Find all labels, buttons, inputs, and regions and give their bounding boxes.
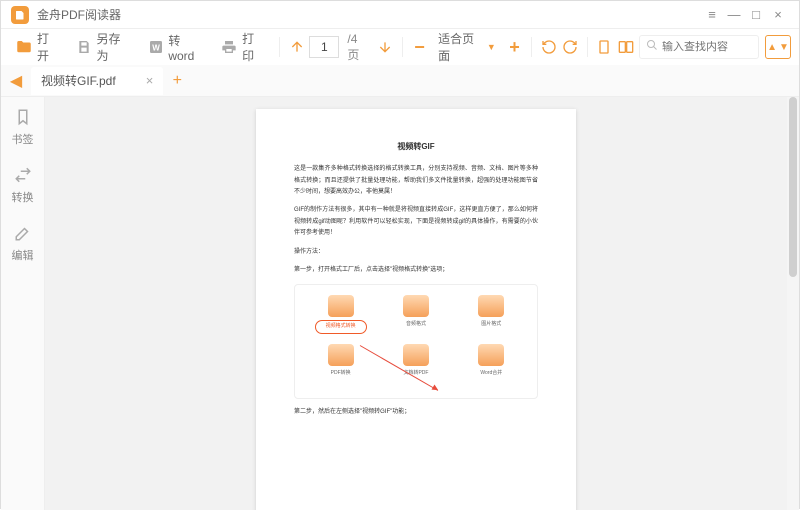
separator — [279, 37, 280, 57]
rotate-right-button[interactable] — [561, 38, 578, 56]
doc-paragraph: GIF的制作方法有很多，其中有一种就是将视频直接转成GIF，这样更直方便了，那么… — [294, 205, 538, 239]
zoom-out-button[interactable]: − — [411, 38, 428, 56]
svg-text:W: W — [152, 43, 160, 52]
doc-card: 视频格式转换 — [315, 295, 367, 334]
search-input[interactable] — [662, 41, 742, 53]
doc-card: Word合并 — [465, 344, 517, 379]
main-area: 书签 转换 编辑 视频转GIF 这是一款集齐多种格式转换选择的格式转换工具，分别… — [1, 97, 799, 510]
tab-bar: ◀ 视频转GIF.pdf × + — [1, 65, 799, 97]
scrollbar[interactable] — [787, 97, 799, 510]
app-title: 金舟PDF阅读器 — [37, 6, 701, 23]
doc-card: PDF转换 — [315, 344, 367, 379]
nav-updown-button[interactable]: ▲ ▼ — [765, 35, 791, 59]
convert-icon — [13, 165, 33, 185]
single-page-button[interactable] — [596, 38, 613, 56]
doc-paragraph: 第一步，打开格式工厂后，点击选择"视频格式转换"选项； — [294, 265, 538, 276]
doc-paragraph: 这是一款集齐多种格式转换选择的格式转换工具，分别支持视频、音频、文档、图片等多种… — [294, 164, 538, 198]
pdf-page: 视频转GIF 这是一款集齐多种格式转换选择的格式转换工具，分别支持视频、音频、文… — [256, 109, 576, 510]
tab-add-button[interactable]: + — [163, 72, 191, 90]
save-icon — [75, 38, 92, 56]
double-page-button[interactable] — [617, 38, 635, 56]
doc-cards-panel: 视频格式转换 音频格式 图片格式 PDF转换 文档转PDF Word合并 — [294, 284, 538, 399]
print-icon — [221, 38, 238, 56]
app-logo — [11, 6, 29, 24]
search-icon — [646, 38, 658, 56]
minimize-button[interactable]: — — [723, 4, 745, 26]
caret-up-icon: ▲ — [767, 42, 777, 53]
document-tab[interactable]: 视频转GIF.pdf × — [31, 67, 163, 95]
doc-title: 视频转GIF — [294, 139, 538, 154]
doc-card: 图片格式 — [465, 295, 517, 334]
maximize-button[interactable]: □ — [745, 4, 767, 26]
sidebar-item-convert[interactable]: 转换 — [12, 165, 34, 205]
doc-card: 文档转PDF — [390, 344, 442, 379]
tab-filename: 视频转GIF.pdf — [41, 72, 116, 89]
page-up-button[interactable] — [288, 38, 305, 56]
toolbar: 打开 另存为 W 转word 打印 /4页 − 适合页面 ▼ + ▲ ▼ — [1, 29, 799, 65]
chevron-down-icon: ▼ — [487, 42, 496, 52]
separator — [531, 37, 532, 57]
title-bar: 金舟PDF阅读器 ≡ — □ × — [1, 1, 799, 29]
folder-icon — [15, 38, 33, 56]
sidebar-item-bookmark[interactable]: 书签 — [12, 107, 34, 147]
doc-card: 音频格式 — [390, 295, 442, 334]
zoom-select[interactable]: 适合页面 ▼ — [432, 28, 502, 66]
tab-prev-button[interactable]: ◀ — [1, 65, 31, 96]
zoom-in-button[interactable]: + — [506, 38, 523, 56]
page-total: /4页 — [347, 32, 368, 63]
doc-paragraph: 操作方法： — [294, 247, 538, 258]
tab-close-button[interactable]: × — [146, 73, 154, 88]
rotate-left-button[interactable] — [540, 38, 557, 56]
doc-paragraph: 第二步，然后在左侧选择"视频转GIF"功能； — [294, 407, 538, 418]
print-button[interactable]: 打印 — [215, 27, 271, 67]
open-button[interactable]: 打开 — [9, 27, 65, 67]
edit-icon — [13, 223, 33, 243]
separator — [402, 37, 403, 57]
close-button[interactable]: × — [767, 4, 789, 26]
page-down-button[interactable] — [377, 38, 394, 56]
word-icon: W — [147, 38, 164, 56]
page-number-input[interactable] — [309, 36, 339, 58]
bookmark-icon — [13, 107, 33, 127]
menu-button[interactable]: ≡ — [701, 4, 723, 26]
search-box[interactable] — [639, 35, 759, 59]
toword-button[interactable]: W 转word — [141, 29, 211, 66]
caret-down-icon: ▼ — [779, 42, 789, 53]
sidebar-item-edit[interactable]: 编辑 — [12, 223, 34, 263]
scrollbar-thumb[interactable] — [789, 97, 797, 277]
pdf-viewer[interactable]: 视频转GIF 这是一款集齐多种格式转换选择的格式转换工具，分别支持视频、音频、文… — [45, 97, 787, 510]
separator — [587, 37, 588, 57]
saveas-button[interactable]: 另存为 — [69, 27, 137, 67]
sidebar: 书签 转换 编辑 — [1, 97, 45, 510]
